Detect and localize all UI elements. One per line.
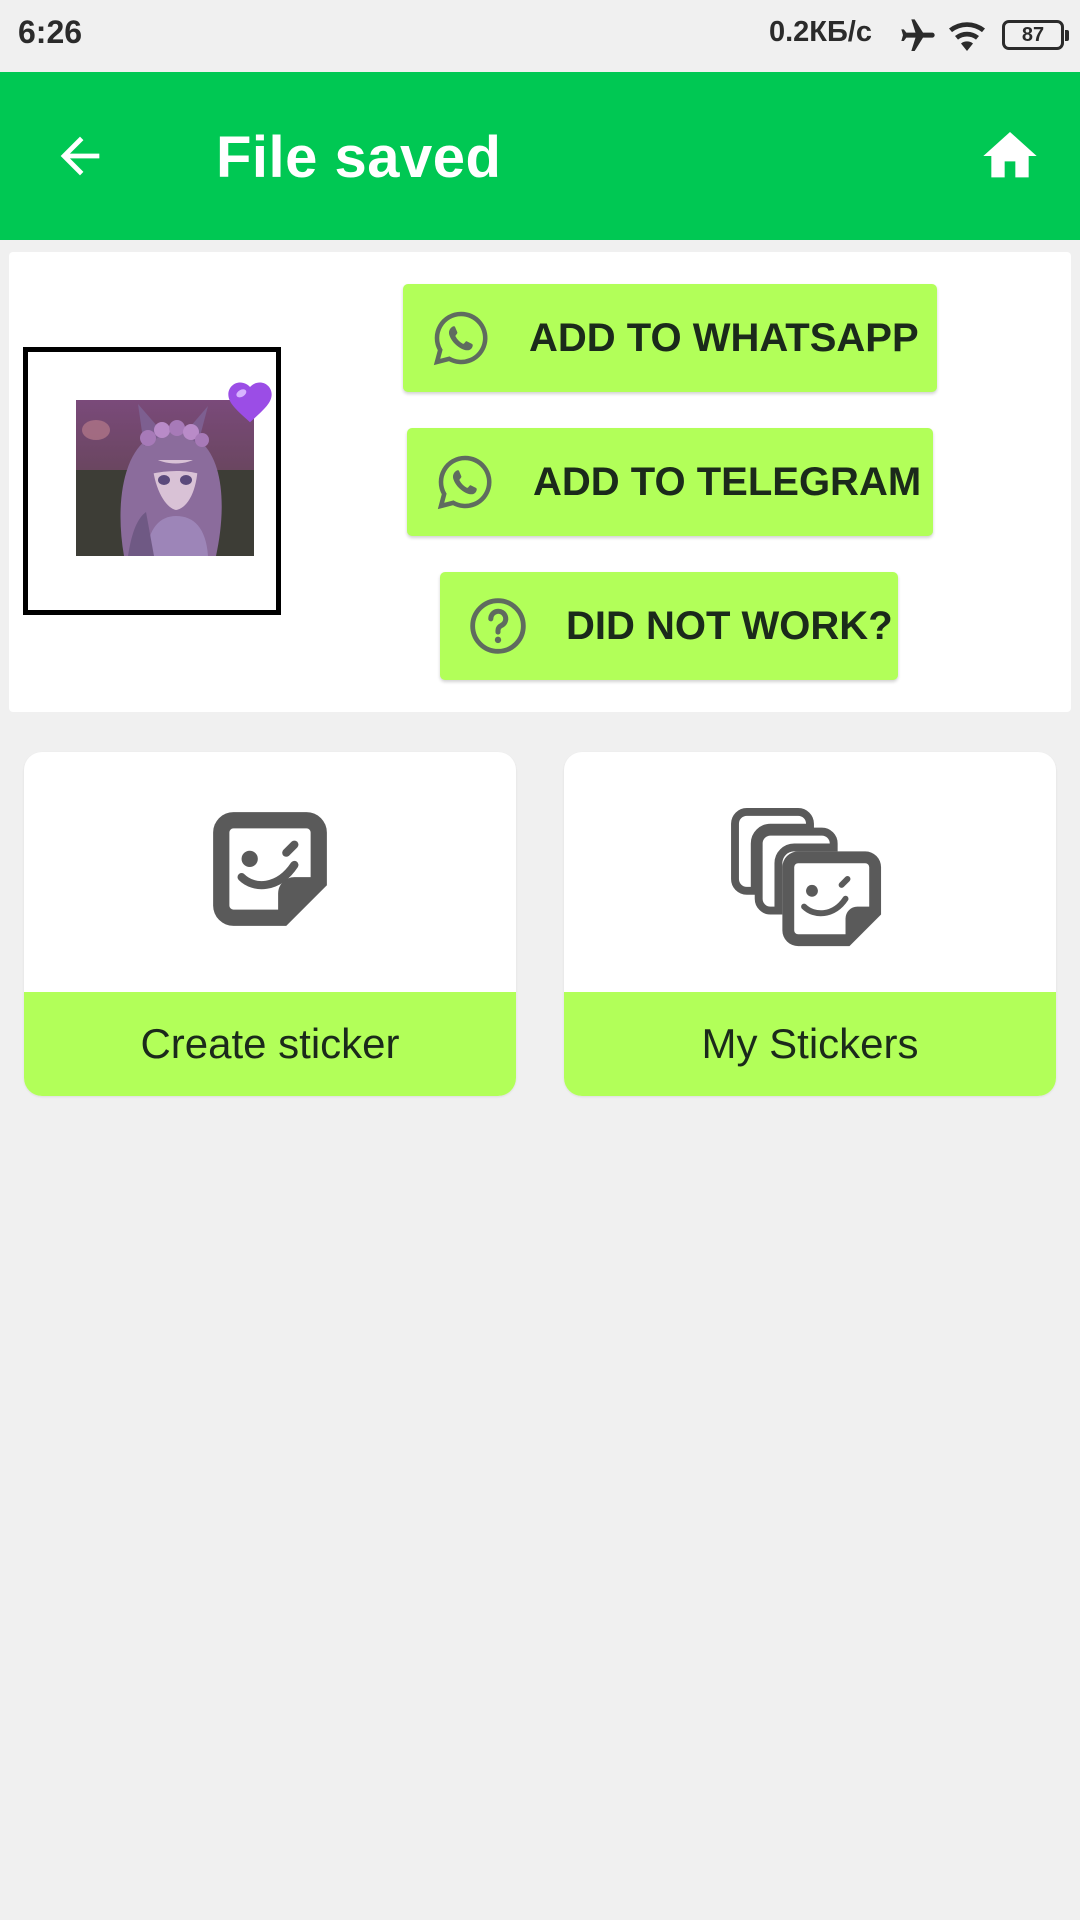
wifi-icon: [946, 16, 988, 61]
sticker-stack-icon: [731, 807, 882, 947]
sticker-result-card: ADD TO WHATSAPP ADD TO TELEGRAM DID NOT …: [9, 252, 1071, 712]
home-button[interactable]: [970, 116, 1050, 196]
sticker-icon: [213, 812, 327, 926]
sticker-preview-frame: [23, 347, 281, 615]
app-bar: File saved: [0, 72, 1080, 240]
network-speed: 0.2КБ/с: [768, 16, 872, 48]
my-stickers-label: My Stickers: [564, 992, 1056, 1096]
did-not-work-label: DID NOT WORK?: [566, 603, 893, 648]
airplane-icon: [898, 16, 938, 61]
battery-icon: 87: [1002, 20, 1069, 50]
add-to-telegram-button[interactable]: ADD TO TELEGRAM: [407, 428, 933, 536]
arrow-back-icon: [60, 136, 100, 176]
status-time: 6:26: [18, 14, 83, 50]
heart-emoji: [228, 382, 272, 423]
back-button[interactable]: [40, 116, 120, 196]
add-to-whatsapp-label: ADD TO WHATSAPP: [529, 315, 919, 360]
help-circle-icon: [470, 598, 526, 654]
whatsapp-icon: [433, 311, 488, 366]
create-sticker-label: Create sticker: [24, 992, 516, 1096]
create-sticker-card[interactable]: Create sticker: [24, 752, 516, 1096]
status-bar: 6:26 0.2КБ/с 87: [0, 0, 1080, 72]
whatsapp-icon: [437, 455, 492, 510]
my-stickers-card[interactable]: My Stickers: [564, 752, 1056, 1096]
home-icon: [983, 132, 1037, 178]
page-title: File saved: [216, 125, 502, 190]
add-to-whatsapp-button[interactable]: ADD TO WHATSAPP: [403, 284, 937, 392]
did-not-work-button[interactable]: DID NOT WORK?: [440, 572, 898, 680]
add-to-telegram-label: ADD TO TELEGRAM: [533, 459, 922, 504]
